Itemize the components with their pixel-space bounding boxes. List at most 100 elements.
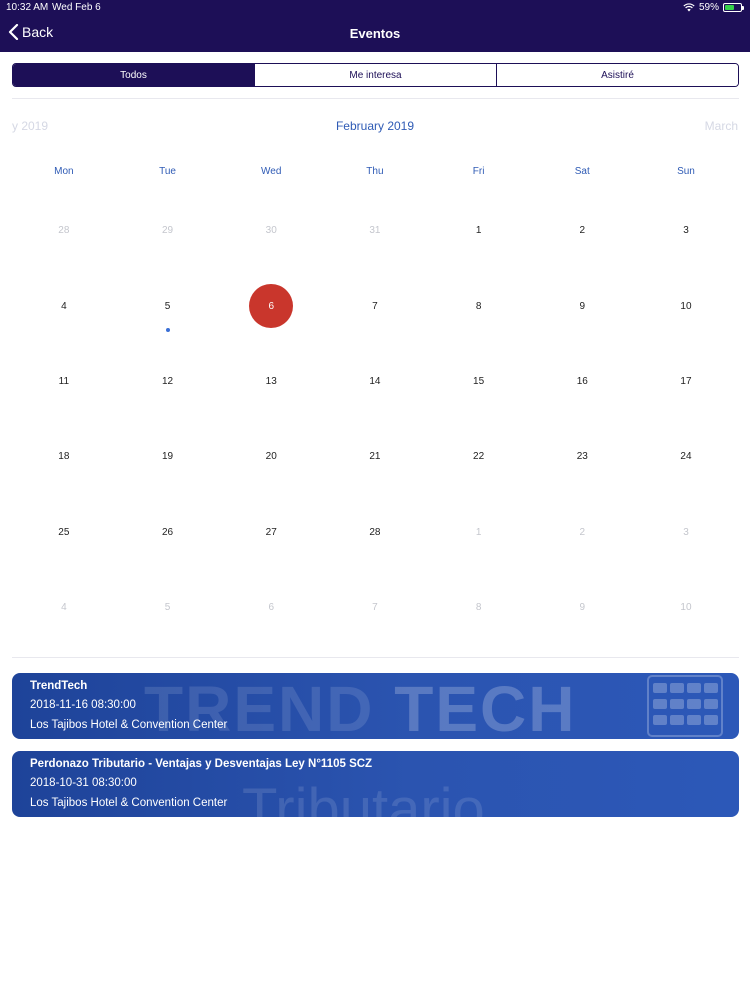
calendar-day-number: 14	[369, 375, 381, 387]
calendar-day[interactable]: 30	[219, 193, 323, 268]
calendar-day-number: 6	[249, 284, 294, 329]
calendar-day[interactable]: 14	[323, 344, 427, 419]
calendar-day-number: 3	[683, 526, 689, 538]
calendar-day-number: 13	[265, 375, 277, 387]
page-title: Eventos	[349, 26, 401, 41]
calendar-day[interactable]: 6	[219, 570, 323, 645]
weekday-label: Fri	[472, 166, 485, 177]
calendar-day[interactable]: 22	[427, 419, 531, 494]
wifi-icon	[683, 3, 695, 12]
event-location: Los Tajibos Hotel & Convention Center	[30, 719, 228, 731]
calendar-day-number: 5	[164, 300, 171, 312]
calendar-day-number: 21	[369, 451, 381, 463]
event-card[interactable]: Tributario Perdonazo Tributario - Ventaj…	[12, 751, 739, 817]
segment-me-interesa[interactable]: Me interesa	[255, 64, 497, 86]
calendar-day-number: 23	[576, 451, 588, 463]
filter-segmented-control: Todos Me interesa Asistiré	[12, 63, 739, 87]
calendar-day[interactable]: 29	[116, 193, 220, 268]
calendar-day-number: 20	[265, 451, 277, 463]
calendar-week-row: 4 5 6 7 8 9 10	[12, 268, 738, 343]
weekday-label: Thu	[366, 166, 384, 177]
event-card[interactable]: TREND TECH TrendTech 2018-11-16 08:30:00…	[12, 673, 739, 739]
segment-todos[interactable]: Todos	[13, 64, 255, 86]
calendar-day[interactable]: 2	[530, 495, 634, 570]
calendar-day[interactable]: 28	[323, 495, 427, 570]
calendar-day[interactable]: 5	[116, 268, 220, 343]
calendar-day-today[interactable]: 6	[219, 268, 323, 343]
calendar-day[interactable]: 3	[634, 495, 738, 570]
calendar-day[interactable]: 10	[634, 570, 738, 645]
calendar-day[interactable]: 8	[427, 268, 531, 343]
weekday-label: Tue	[159, 166, 176, 177]
event-datetime: 2018-11-16 08:30:00	[30, 699, 136, 711]
calendar-day-number: 2	[579, 225, 586, 237]
calendar-day-number: 29	[161, 225, 174, 237]
calendar-day-number: 7	[372, 300, 378, 312]
calendar-day[interactable]: 11	[12, 344, 116, 419]
calendar-day[interactable]: 10	[634, 268, 738, 343]
calendar-day-number: 31	[369, 225, 381, 237]
calendar-day[interactable]: 28	[12, 193, 116, 268]
calendar-day[interactable]: 5	[116, 570, 220, 645]
calendar-day[interactable]: 8	[427, 570, 531, 645]
calendar-day-number: 2	[579, 526, 586, 538]
calendar-day-number: 19	[161, 451, 174, 463]
calendar-day-number: 3	[683, 225, 689, 237]
calendar-day[interactable]: 1	[427, 495, 531, 570]
calendar-day[interactable]: 4	[12, 570, 116, 645]
calendar-day-number: 26	[161, 526, 174, 538]
calendar-day-number: 7	[372, 602, 378, 614]
calendar-day-number: 22	[473, 451, 485, 463]
calendar-day-number: 25	[58, 526, 70, 538]
calendar-day[interactable]: 31	[323, 193, 427, 268]
calendar-day-number: 8	[475, 602, 482, 614]
calendar-day[interactable]: 15	[427, 344, 531, 419]
calendar-day[interactable]: 13	[219, 344, 323, 419]
calendar-week-row: 18 19 20 21 22 23 24	[12, 419, 738, 494]
calendar-day[interactable]: 9	[530, 570, 634, 645]
divider	[12, 98, 739, 99]
calendar-day[interactable]: 7	[323, 570, 427, 645]
calendar-day[interactable]: 27	[219, 495, 323, 570]
event-location: Los Tajibos Hotel & Convention Center	[30, 797, 228, 809]
calendar-day[interactable]: 9	[530, 268, 634, 343]
calendar-day[interactable]: 25	[12, 495, 116, 570]
calendar-day[interactable]: 23	[530, 419, 634, 494]
calendar-day[interactable]: 24	[634, 419, 738, 494]
divider	[12, 657, 739, 658]
calendar-day-number: 6	[268, 602, 274, 614]
calendar-day[interactable]: 4	[12, 268, 116, 343]
event-name: Perdonazo Tributario - Ventajas y Desven…	[30, 758, 373, 770]
calendar-day[interactable]: 18	[12, 419, 116, 494]
calendar-week-row: 25 26 27 28 1 2 3	[12, 495, 738, 570]
event-indicator-dot	[165, 328, 170, 333]
calendar-day[interactable]: 21	[323, 419, 427, 494]
calendar-day[interactable]: 16	[530, 344, 634, 419]
next-month-label[interactable]: March	[705, 119, 738, 133]
event-datetime: 2018-10-31 08:30:00	[30, 777, 137, 789]
weekday-label: Sat	[574, 166, 590, 177]
calendar-day[interactable]: 2	[530, 193, 634, 268]
calendar-day[interactable]: 20	[219, 419, 323, 494]
battery-level	[725, 5, 734, 10]
top-bar: 10:32 AM Wed Feb 6 59% Back Eventos	[0, 0, 750, 52]
month-header: y 2019 February 2019 March	[0, 119, 750, 137]
calendar-day[interactable]: 26	[116, 495, 220, 570]
calendar-day[interactable]: 19	[116, 419, 220, 494]
calendar-day-number: 8	[475, 300, 482, 312]
calendar-day[interactable]: 3	[634, 193, 738, 268]
calendar-day[interactable]: 1	[427, 193, 531, 268]
current-month-label: February 2019	[335, 119, 415, 133]
calendar-day-number: 28	[369, 526, 381, 538]
calendar-day[interactable]: 17	[634, 344, 738, 419]
event-name: TrendTech	[30, 680, 88, 692]
calendar-day-number: 28	[58, 225, 70, 237]
keyboard-art-icon	[647, 675, 723, 737]
calendar-day-number: 10	[680, 300, 692, 312]
calendar-grid: 28 29 30 31 1 2 3 4 5 6 7 8 9 10 11 12 13 14 15 16 17 18 19 20 2…	[12, 193, 738, 645]
weekday-label: Mon	[54, 166, 74, 177]
weekday-label: Wed	[261, 166, 282, 177]
calendar-day[interactable]: 7	[323, 268, 427, 343]
segment-asistire[interactable]: Asistiré	[497, 64, 738, 86]
calendar-day[interactable]: 12	[116, 344, 220, 419]
